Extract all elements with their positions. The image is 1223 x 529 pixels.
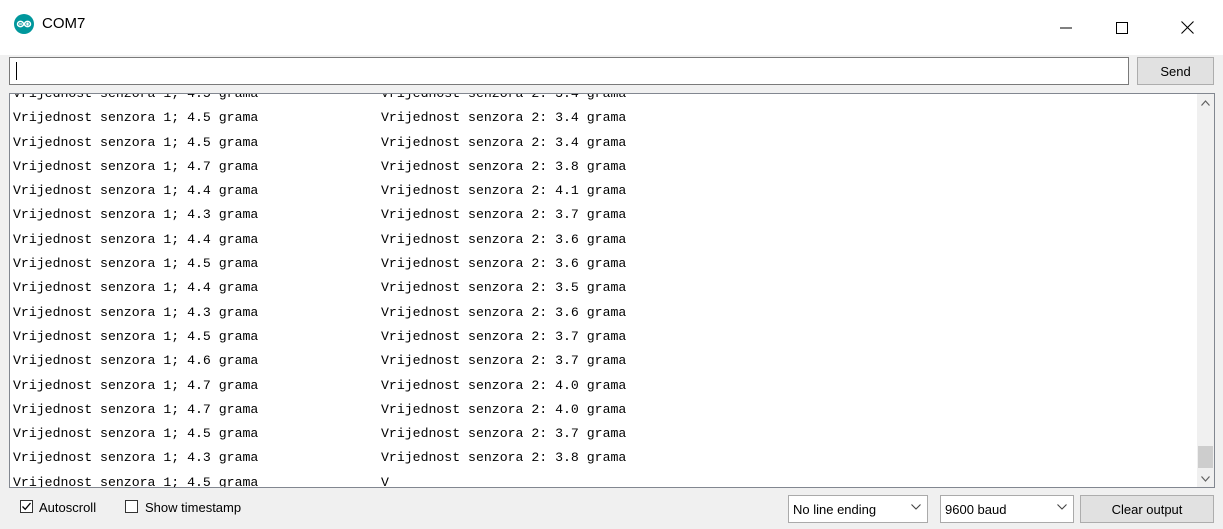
output-line: Vrijednost senzora 1; 4.3 grama Vrijednos… bbox=[13, 301, 1193, 325]
show-timestamp-label[interactable]: Show timestamp bbox=[145, 500, 241, 515]
output-line: Vrijednost senzora 1; 4.7 grama Vrijednos… bbox=[13, 374, 1193, 398]
chevron-up-icon bbox=[1201, 99, 1210, 106]
sensor-2-reading: Vrijednost senzora 2: 3.5 grama bbox=[381, 280, 627, 296]
close-icon bbox=[1180, 21, 1194, 34]
autoscroll-checkbox[interactable] bbox=[20, 500, 33, 513]
sensor-1-reading: Vrijednost senzora 1; 4.3 grama bbox=[13, 450, 259, 466]
line-ending-value: No line ending bbox=[793, 502, 877, 517]
chevron-down-icon bbox=[1057, 504, 1067, 510]
sensor-1-reading: Vrijednost senzora 1; 4.5 grama bbox=[13, 256, 259, 272]
chevron-down-icon bbox=[911, 504, 921, 510]
output-line: Vrijednost senzora 1; 4.4 grama Vrijednos… bbox=[13, 228, 1193, 252]
minimize-icon bbox=[1060, 27, 1072, 28]
output-line: Vrijednost senzora 1; 4.5 grama Vrijednos… bbox=[13, 325, 1193, 349]
sensor-2-reading: Vrijednost senzora 2: 3.4 grama bbox=[381, 93, 627, 101]
sensor-1-reading: Vrijednost senzora 1; 4.3 grama bbox=[13, 207, 259, 223]
output-line: Vrijednost senzora 1; 4.5 grama Vrijednos… bbox=[13, 131, 1193, 155]
arduino-icon bbox=[14, 14, 34, 34]
serial-output[interactable]: Vrijednost senzora 1; 4.5 grama Vrijednos… bbox=[9, 93, 1215, 488]
footer-bar: Autoscroll Show timestamp No line ending… bbox=[0, 490, 1223, 529]
sensor-1-reading: Vrijednost senzora 1; 4.4 grama bbox=[13, 183, 259, 199]
output-line: Vrijednost senzora 1; 4.3 grama Vrijednos… bbox=[13, 446, 1193, 470]
text-caret bbox=[16, 62, 17, 80]
sensor-2-reading: Vrijednost senzora 2: 3.7 grama bbox=[381, 207, 627, 223]
sensor-1-reading: Vrijednost senzora 1; 4.3 grama bbox=[13, 304, 259, 320]
sensor-1-reading: Vrijednost senzora 1; 4.5 grama bbox=[13, 426, 259, 442]
output-line: Vrijednost senzora 1; 4.5 grama V bbox=[13, 471, 1193, 488]
autoscroll-label[interactable]: Autoscroll bbox=[39, 500, 96, 515]
sensor-2-reading: Vrijednost senzora 2: 3.6 grama bbox=[381, 231, 627, 247]
output-lines: Vrijednost senzora 1; 4.5 grama Vrijednos… bbox=[13, 93, 1193, 488]
checkmark-icon bbox=[22, 502, 31, 511]
sensor-2-reading: Vrijednost senzora 2: 3.7 grama bbox=[381, 426, 627, 442]
sensor-1-reading: Vrijednost senzora 1; 4.7 grama bbox=[13, 377, 259, 393]
baud-rate-select[interactable]: 9600 baud bbox=[940, 495, 1074, 523]
sensor-1-reading: Vrijednost senzora 1; 4.5 grama bbox=[13, 328, 259, 344]
sensor-1-reading: Vrijednost senzora 1; 4.5 grama bbox=[13, 93, 259, 101]
sensor-2-reading: Vrijednost senzora 2: 3.7 grama bbox=[381, 353, 627, 369]
sensor-1-reading: Vrijednost senzora 1; 4.5 grama bbox=[13, 474, 259, 488]
output-line: Vrijednost senzora 1; 4.4 grama Vrijednos… bbox=[13, 276, 1193, 300]
sensor-1-reading: Vrijednost senzora 1; 4.6 grama bbox=[13, 353, 259, 369]
send-input[interactable] bbox=[9, 57, 1129, 85]
output-line: Vrijednost senzora 1; 4.5 grama Vrijednos… bbox=[13, 252, 1193, 276]
line-ending-select[interactable]: No line ending bbox=[788, 495, 928, 523]
sensor-2-reading: Vrijednost senzora 2: 3.8 grama bbox=[381, 450, 627, 466]
output-line: Vrijednost senzora 1; 4.4 grama Vrijednos… bbox=[13, 179, 1193, 203]
sensor-2-reading: Vrijednost senzora 2: 3.8 grama bbox=[381, 158, 627, 174]
output-line: Vrijednost senzora 1; 4.5 grama Vrijednos… bbox=[13, 106, 1193, 130]
sensor-1-reading: Vrijednost senzora 1; 4.4 grama bbox=[13, 231, 259, 247]
output-line: Vrijednost senzora 1; 4.5 grama Vrijednos… bbox=[13, 422, 1193, 446]
sensor-1-reading: Vrijednost senzora 1; 4.5 grama bbox=[13, 134, 259, 150]
scrollbar-thumb[interactable] bbox=[1198, 446, 1213, 468]
sensor-1-reading: Vrijednost senzora 1; 4.4 grama bbox=[13, 280, 259, 296]
baud-rate-value: 9600 baud bbox=[945, 502, 1007, 517]
sensor-2-reading: Vrijednost senzora 2: 3.6 grama bbox=[381, 304, 627, 320]
output-line: Vrijednost senzora 1; 4.6 grama Vrijednos… bbox=[13, 349, 1193, 373]
vertical-scrollbar[interactable] bbox=[1197, 94, 1214, 487]
maximize-icon bbox=[1116, 21, 1128, 34]
chevron-down-icon bbox=[1201, 475, 1210, 482]
maximize-button[interactable] bbox=[1099, 0, 1145, 55]
output-line: Vrijednost senzora 1; 4.5 grama Vrijednos… bbox=[13, 93, 1193, 106]
sensor-2-reading: Vrijednost senzora 2: 4.0 grama bbox=[381, 401, 627, 417]
sensor-1-reading: Vrijednost senzora 1; 4.5 grama bbox=[13, 110, 259, 126]
sensor-2-reading: Vrijednost senzora 2: 3.6 grama bbox=[381, 256, 627, 272]
window-title: COM7 bbox=[42, 15, 86, 32]
sensor-2-reading: Vrijednost senzora 2: 3.4 grama bbox=[381, 134, 627, 150]
output-line: Vrijednost senzora 1; 4.7 grama Vrijednos… bbox=[13, 398, 1193, 422]
sensor-1-reading: Vrijednost senzora 1; 4.7 grama bbox=[13, 401, 259, 417]
sensor-2-reading: Vrijednost senzora 2: 4.1 grama bbox=[381, 183, 627, 199]
show-timestamp-checkbox[interactable] bbox=[125, 500, 138, 513]
output-line: Vrijednost senzora 1; 4.7 grama Vrijednos… bbox=[13, 155, 1193, 179]
sensor-2-reading: Vrijednost senzora 2: 3.7 grama bbox=[381, 328, 627, 344]
scroll-down-button[interactable] bbox=[1197, 470, 1214, 487]
send-button[interactable]: Send bbox=[1137, 57, 1214, 85]
minimize-button[interactable] bbox=[1043, 0, 1089, 55]
output-line: Vrijednost senzora 1; 4.3 grama Vrijednos… bbox=[13, 203, 1193, 227]
sensor-2-reading: Vrijednost senzora 2: 3.4 grama bbox=[381, 110, 627, 126]
title-bar: COM7 bbox=[0, 0, 1223, 55]
sensor-1-reading: Vrijednost senzora 1; 4.7 grama bbox=[13, 158, 259, 174]
sensor-2-reading: Vrijednost senzora 2: 4.0 grama bbox=[381, 377, 627, 393]
clear-output-button[interactable]: Clear output bbox=[1080, 495, 1214, 523]
scroll-up-button[interactable] bbox=[1197, 94, 1214, 111]
close-button[interactable] bbox=[1164, 0, 1210, 55]
sensor-2-reading: V bbox=[381, 474, 389, 488]
